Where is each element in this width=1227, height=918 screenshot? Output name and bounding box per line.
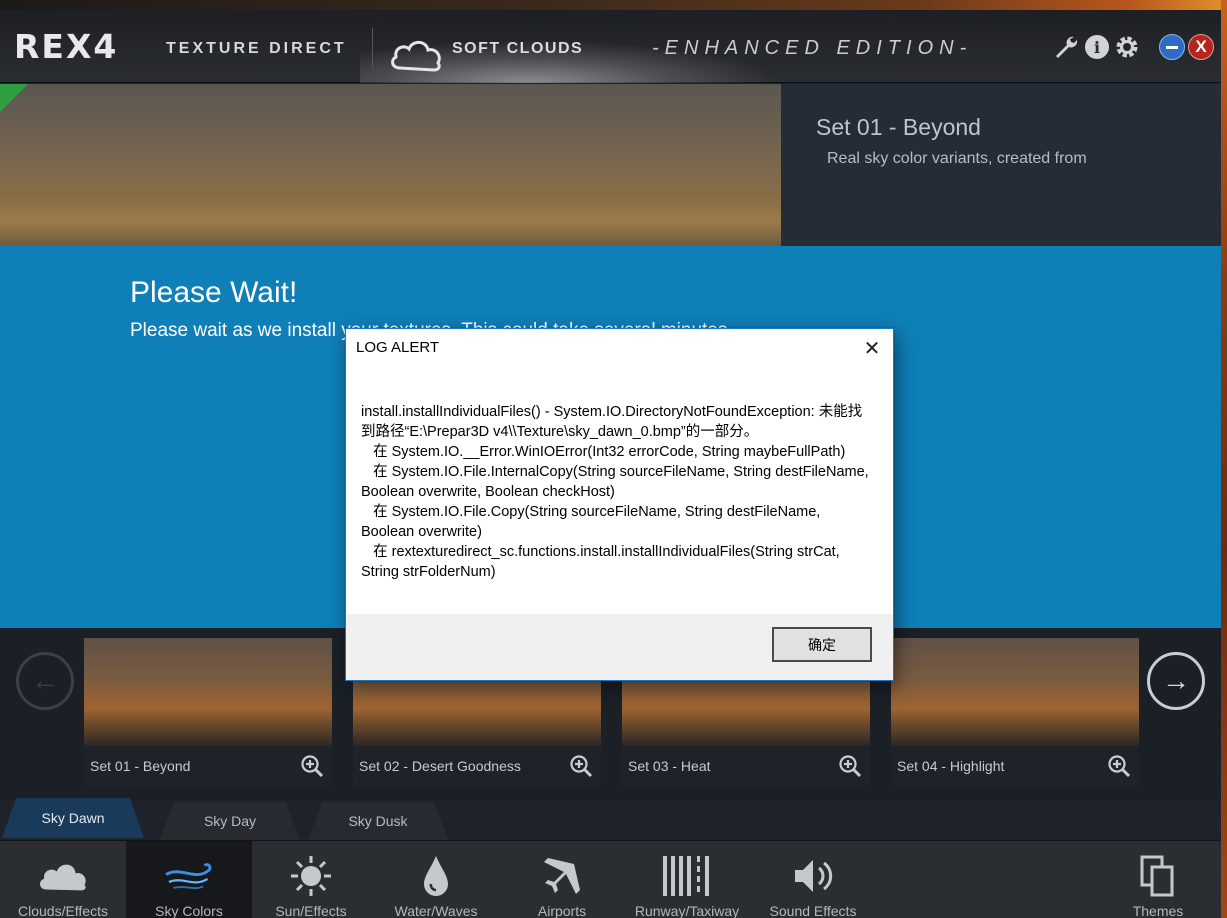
wait-title: Please Wait! — [130, 276, 298, 309]
wind-icon — [163, 853, 215, 899]
ok-button[interactable]: 确定 — [772, 627, 872, 662]
cloud-icon — [37, 853, 89, 899]
zoom-in-icon[interactable] — [300, 754, 324, 778]
thumbnail-card[interactable]: Set 04 - Highlight — [891, 638, 1139, 786]
category-themes[interactable]: Themes — [1095, 841, 1221, 918]
preview-description: Real sky color variants, created from — [827, 150, 1087, 167]
dialog-message: install.installIndividualFiles() - Syste… — [361, 404, 869, 580]
category-clouds-effects[interactable]: Clouds/Effects — [0, 841, 126, 918]
category-sun-effects[interactable]: Sun/Effects — [248, 841, 374, 918]
tab-sky-day[interactable]: Sky Day — [160, 802, 300, 840]
close-app-button[interactable]: X — [1188, 34, 1214, 60]
tab-sky-dawn[interactable]: Sky Dawn — [2, 798, 144, 838]
soft-clouds-logo-icon — [391, 40, 441, 72]
speaker-icon — [787, 853, 839, 899]
category-sky-colors[interactable]: Sky Colors — [126, 841, 252, 918]
water-drop-icon — [410, 853, 462, 899]
category-label: Runway/Taxiway — [634, 903, 740, 918]
category-water-waves[interactable]: Water/Waves — [373, 841, 499, 918]
info-glyph: i — [1094, 38, 1100, 57]
category-label: Themes — [1132, 903, 1184, 918]
thumbnail-label: Set 04 - Highlight — [897, 758, 1005, 774]
info-icon[interactable]: i — [1084, 34, 1110, 60]
thumbnail-label: Set 03 - Heat — [628, 758, 711, 774]
desktop-background-edge — [1221, 0, 1227, 918]
tab-sky-dusk[interactable]: Sky Dusk — [308, 802, 448, 840]
wrench-icon[interactable] — [1053, 34, 1079, 60]
dialog-title: LOG ALERT — [356, 339, 440, 356]
addon-name: SOFT CLOUDS — [452, 40, 584, 57]
log-alert-dialog: LOG ALERT ✕ install.installIndividualFil… — [345, 328, 894, 681]
gear-icon[interactable] — [1114, 34, 1140, 60]
zoom-in-icon[interactable] — [1107, 754, 1131, 778]
preview-image — [0, 84, 781, 246]
brand-logo: REX4 — [14, 27, 119, 66]
category-label: Sun/Effects — [275, 903, 347, 918]
category-sound-effects[interactable]: Sound Effects — [750, 841, 876, 918]
previous-arrow-button[interactable]: ← — [16, 652, 74, 710]
dialog-footer: 确定 — [346, 614, 893, 680]
sky-subtabs: Sky Dawn Sky Day Sky Dusk — [0, 798, 1221, 840]
product-name: TEXTURE DIRECT — [166, 40, 347, 57]
app-header: REX4 TEXTURE DIRECT SOFT CLOUDS -ENHANCE… — [0, 10, 1221, 83]
category-label: Clouds/Effects — [17, 903, 108, 918]
category-bar: Clouds/Effects Sky Colors Sun/Effects Wa… — [0, 840, 1221, 918]
arrow-left-icon: ← — [31, 665, 59, 696]
header-divider — [372, 28, 373, 68]
edition-title: -ENHANCED EDITION- — [652, 37, 973, 59]
thumbnail-label: Set 01 - Beyond — [90, 758, 191, 774]
preview-title: Set 01 - Beyond — [816, 114, 981, 140]
category-airports[interactable]: Airports — [499, 841, 625, 918]
runway-icon — [661, 853, 713, 899]
themes-icon — [1132, 853, 1184, 899]
zoom-in-icon[interactable] — [838, 754, 862, 778]
category-label: Airports — [537, 903, 587, 918]
thumbnail-label: Set 02 - Desert Goodness — [359, 758, 521, 774]
category-runway-taxiway[interactable]: Runway/Taxiway — [624, 841, 750, 918]
thumbnail-image — [84, 638, 332, 746]
thumbnail-image — [891, 638, 1139, 746]
category-label: Water/Waves — [394, 903, 478, 918]
desktop-background-strip — [0, 0, 1227, 10]
category-label: Sky Colors — [155, 903, 223, 918]
airplane-icon — [536, 853, 588, 899]
sun-icon — [285, 853, 337, 899]
arrow-right-icon: → — [1162, 665, 1190, 696]
thumbnail-card[interactable]: Set 01 - Beyond — [84, 638, 332, 786]
dialog-close-button[interactable]: ✕ — [861, 337, 883, 360]
minimize-button[interactable] — [1159, 34, 1185, 60]
selected-marker — [0, 84, 28, 112]
next-arrow-button[interactable]: → — [1147, 652, 1205, 710]
category-label: Sound Effects — [769, 903, 857, 918]
zoom-in-icon[interactable] — [569, 754, 593, 778]
